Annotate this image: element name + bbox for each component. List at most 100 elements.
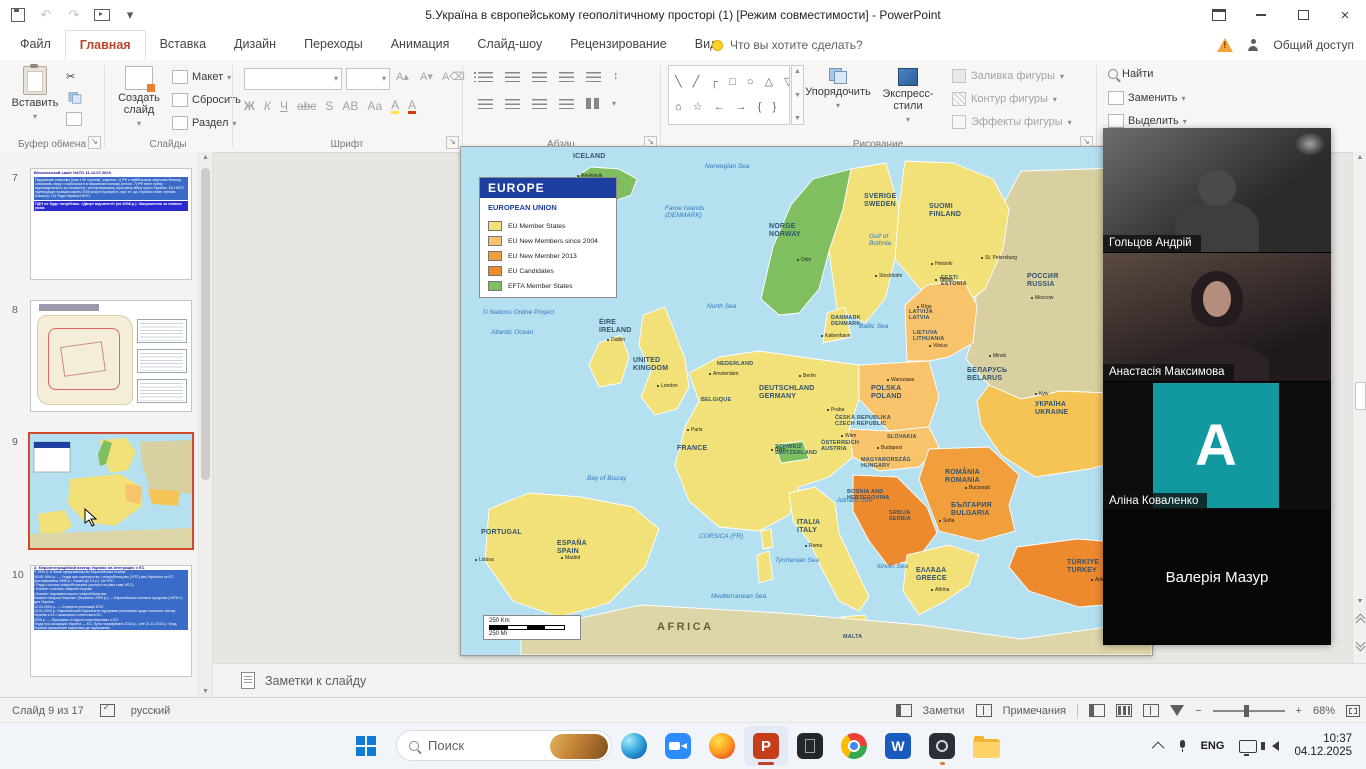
normal-view-button[interactable] <box>1089 704 1105 717</box>
taskbar-firefox-icon[interactable] <box>700 726 744 766</box>
taskbar-notes-app-icon[interactable] <box>788 726 832 766</box>
italic-button[interactable]: К <box>264 99 271 113</box>
scrollbar-thumb[interactable] <box>201 168 210 480</box>
format-painter-button[interactable] <box>66 112 82 126</box>
ribbon-tab[interactable]: Переходы <box>290 30 377 60</box>
ribbon-tab[interactable]: Файл <box>6 30 65 60</box>
scroll-up-arrow[interactable]: ▲ <box>1353 154 1366 161</box>
arrange-button[interactable]: Упорядочить ▾ <box>810 68 866 112</box>
slideshow-view-button[interactable] <box>1170 705 1184 716</box>
text-direction-button[interactable]: ↕ <box>613 70 619 82</box>
text-shadow-button[interactable]: S <box>325 99 333 113</box>
taskbar-edge-icon[interactable] <box>612 726 656 766</box>
paste-button[interactable]: Вставить ▾ <box>10 66 60 123</box>
next-slide-button[interactable] <box>1353 639 1366 655</box>
zoom-out-button[interactable]: − <box>1195 705 1201 717</box>
shape-outline-button[interactable]: Контур фигуры▾ <box>952 92 1057 106</box>
numbering-button[interactable] <box>505 71 520 82</box>
highlight-color-button[interactable]: А <box>391 98 399 114</box>
align-center-button[interactable] <box>505 98 520 109</box>
new-slide-button[interactable]: Создать слайд ▾ <box>112 66 166 130</box>
taskbar-clock[interactable]: 10:37 04.12.2025 <box>1294 733 1352 759</box>
scroll-down-arrow[interactable]: ▼ <box>1353 598 1366 605</box>
ribbon-tab[interactable]: Анимация <box>377 30 464 60</box>
comments-toggle-button[interactable]: Примечания <box>1003 705 1067 717</box>
video-tile-2[interactable]: Анастасія Максимова <box>1103 253 1331 382</box>
warning-icon[interactable] <box>1217 38 1233 52</box>
customize-qat-button[interactable]: ▾ <box>118 2 142 28</box>
select-button[interactable]: Выделить▾ <box>1108 114 1187 128</box>
ribbon-tab[interactable]: Вставка <box>146 30 220 60</box>
scroll-down-arrow[interactable]: ▼ <box>199 688 212 695</box>
slide-thumbnail-9-selected[interactable] <box>28 432 194 550</box>
taskbar-explorer-icon[interactable] <box>964 726 1008 766</box>
undo-button[interactable]: ↶ <box>34 2 58 28</box>
font-size-combo[interactable]: ▾ <box>346 68 390 90</box>
font-color-button[interactable]: А <box>408 98 416 114</box>
microphone-icon[interactable] <box>1179 740 1186 752</box>
font-name-combo[interactable]: ▾ <box>244 68 342 90</box>
strikethrough-button[interactable]: abc <box>297 99 316 113</box>
shape-effects-button[interactable]: Эффекты фигуры▾ <box>952 115 1072 129</box>
zoom-in-button[interactable]: + <box>1296 705 1302 717</box>
section-button[interactable]: Раздел▾ <box>172 116 236 130</box>
zoom-percent[interactable]: 68% <box>1313 705 1335 717</box>
taskbar-powerpoint-icon[interactable] <box>744 726 788 766</box>
bold-button[interactable]: Ж <box>244 99 255 113</box>
fit-to-window-button[interactable] <box>1346 705 1360 717</box>
copy-button[interactable] <box>66 90 84 106</box>
language-indicator[interactable]: русский <box>131 705 170 717</box>
taskbar-camera-app-icon[interactable] <box>920 726 964 766</box>
hidden-icons-chevron[interactable] <box>1151 741 1164 754</box>
notes-toggle-icon[interactable] <box>896 704 912 717</box>
underline-button[interactable]: Ч <box>280 99 288 113</box>
language-switcher[interactable]: ENG <box>1201 740 1225 752</box>
zoom-slider[interactable] <box>1213 710 1285 712</box>
ribbon-display-options-button[interactable] <box>1198 0 1240 30</box>
spell-check-icon[interactable] <box>100 704 115 717</box>
share-button[interactable]: Общий доступ <box>1273 38 1354 52</box>
minimize-button[interactable] <box>1240 0 1282 30</box>
slide-thumbnail-10[interactable]: 3. Євроінтеграційний вектор України на і… <box>30 565 192 677</box>
slide-sorter-view-button[interactable] <box>1116 704 1132 717</box>
comments-icon[interactable] <box>976 704 992 717</box>
ribbon-tab[interactable]: Дизайн <box>220 30 290 60</box>
columns-button[interactable] <box>586 98 600 109</box>
display-icon[interactable] <box>1239 740 1257 753</box>
shapes-gallery[interactable]: ╲ ╱ ┌ □ ○ △ ▽ ◇⌂ ☆ ← → { } ∟ <box>668 65 790 125</box>
maximize-button[interactable] <box>1282 0 1324 30</box>
decrease-indent-button[interactable] <box>532 71 547 82</box>
change-case-button[interactable]: Аа <box>367 99 382 113</box>
taskbar-chrome-icon[interactable] <box>832 726 876 766</box>
zoom-slider-thumb[interactable] <box>1244 705 1249 717</box>
ribbon-tab[interactable]: Слайд-шоу <box>463 30 556 60</box>
layout-button[interactable]: Макет▾ <box>172 70 231 84</box>
start-button[interactable] <box>356 736 376 756</box>
taskbar-word-icon[interactable] <box>876 726 920 766</box>
redo-button[interactable]: ↷ <box>62 2 86 28</box>
clipboard-dialog-launcher[interactable]: ↘ <box>88 136 101 149</box>
save-button[interactable] <box>6 2 30 28</box>
align-left-button[interactable] <box>478 98 493 109</box>
align-right-button[interactable] <box>532 98 547 109</box>
shapes-gallery-scroll[interactable]: ▲▼▼ <box>791 65 804 125</box>
reading-view-button[interactable] <box>1143 704 1159 717</box>
scroll-up-arrow[interactable]: ▲ <box>199 154 212 161</box>
previous-slide-button[interactable] <box>1353 615 1366 631</box>
bullets-button[interactable] <box>478 71 493 82</box>
quick-styles-button[interactable]: Экспресс-стили ▾ <box>872 68 944 126</box>
smartart-convert-button[interactable]: ▾ <box>612 99 616 108</box>
increase-indent-button[interactable] <box>559 71 574 82</box>
scrollbar-thumb[interactable] <box>1355 382 1366 410</box>
shape-fill-button[interactable]: Заливка фигуры▾ <box>952 69 1064 83</box>
close-button[interactable]: × <box>1324 0 1366 30</box>
grow-font-button[interactable]: А▴ <box>396 70 409 83</box>
speaker-icon[interactable] <box>1272 741 1279 751</box>
shrink-font-button[interactable]: А▾ <box>420 70 433 83</box>
font-dialog-launcher[interactable]: ↘ <box>446 136 459 149</box>
search-highlight-image[interactable] <box>550 734 608 759</box>
start-slideshow-button[interactable] <box>90 2 114 28</box>
slide-scrollbar[interactable]: ▲ ▼ <box>1352 152 1366 663</box>
tell-me-box[interactable]: Что вы хотите сделать? <box>712 30 863 60</box>
replace-button[interactable]: Заменить▾ <box>1108 91 1185 105</box>
